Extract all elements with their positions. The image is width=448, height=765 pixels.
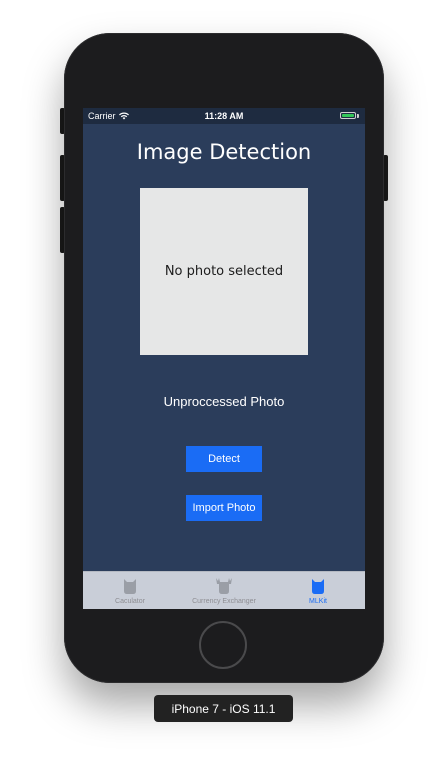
tab-mlkit[interactable]: MLKit	[271, 572, 365, 609]
cat-icon	[124, 579, 136, 594]
battery-level	[342, 114, 354, 117]
tab-bar: Caculator Currency Exchanger MLKit	[83, 571, 365, 609]
app-screen: Carrier 11:28 AM Image Detection No phot…	[83, 108, 365, 609]
device-label: iPhone 7 - iOS 11.1	[154, 695, 293, 722]
detect-button[interactable]: Detect	[186, 446, 262, 472]
tab-label: MLKit	[309, 598, 327, 605]
battery-tip	[357, 114, 359, 118]
status-bar: Carrier 11:28 AM	[83, 108, 365, 124]
tab-caculator[interactable]: Caculator	[83, 572, 177, 609]
simulator-stage: Carrier 11:28 AM Image Detection No phot…	[0, 0, 448, 765]
status-time: 11:28 AM	[204, 111, 244, 121]
photo-image-view: No photo selected	[140, 188, 308, 355]
cat-icon	[312, 579, 324, 594]
home-button[interactable]	[199, 621, 247, 669]
processing-status-label: Unproccessed Photo	[163, 394, 285, 409]
page-title: Image Detection	[136, 140, 312, 164]
photo-placeholder-text: No photo selected	[164, 264, 284, 279]
battery-icon	[340, 112, 356, 119]
import-photo-button[interactable]: Import Photo	[186, 495, 262, 521]
tab-label: Currency Exchanger	[192, 598, 256, 605]
tab-currency-exchanger[interactable]: Currency Exchanger	[177, 572, 271, 609]
tab-label: Caculator	[115, 598, 145, 605]
moose-icon	[216, 578, 232, 594]
